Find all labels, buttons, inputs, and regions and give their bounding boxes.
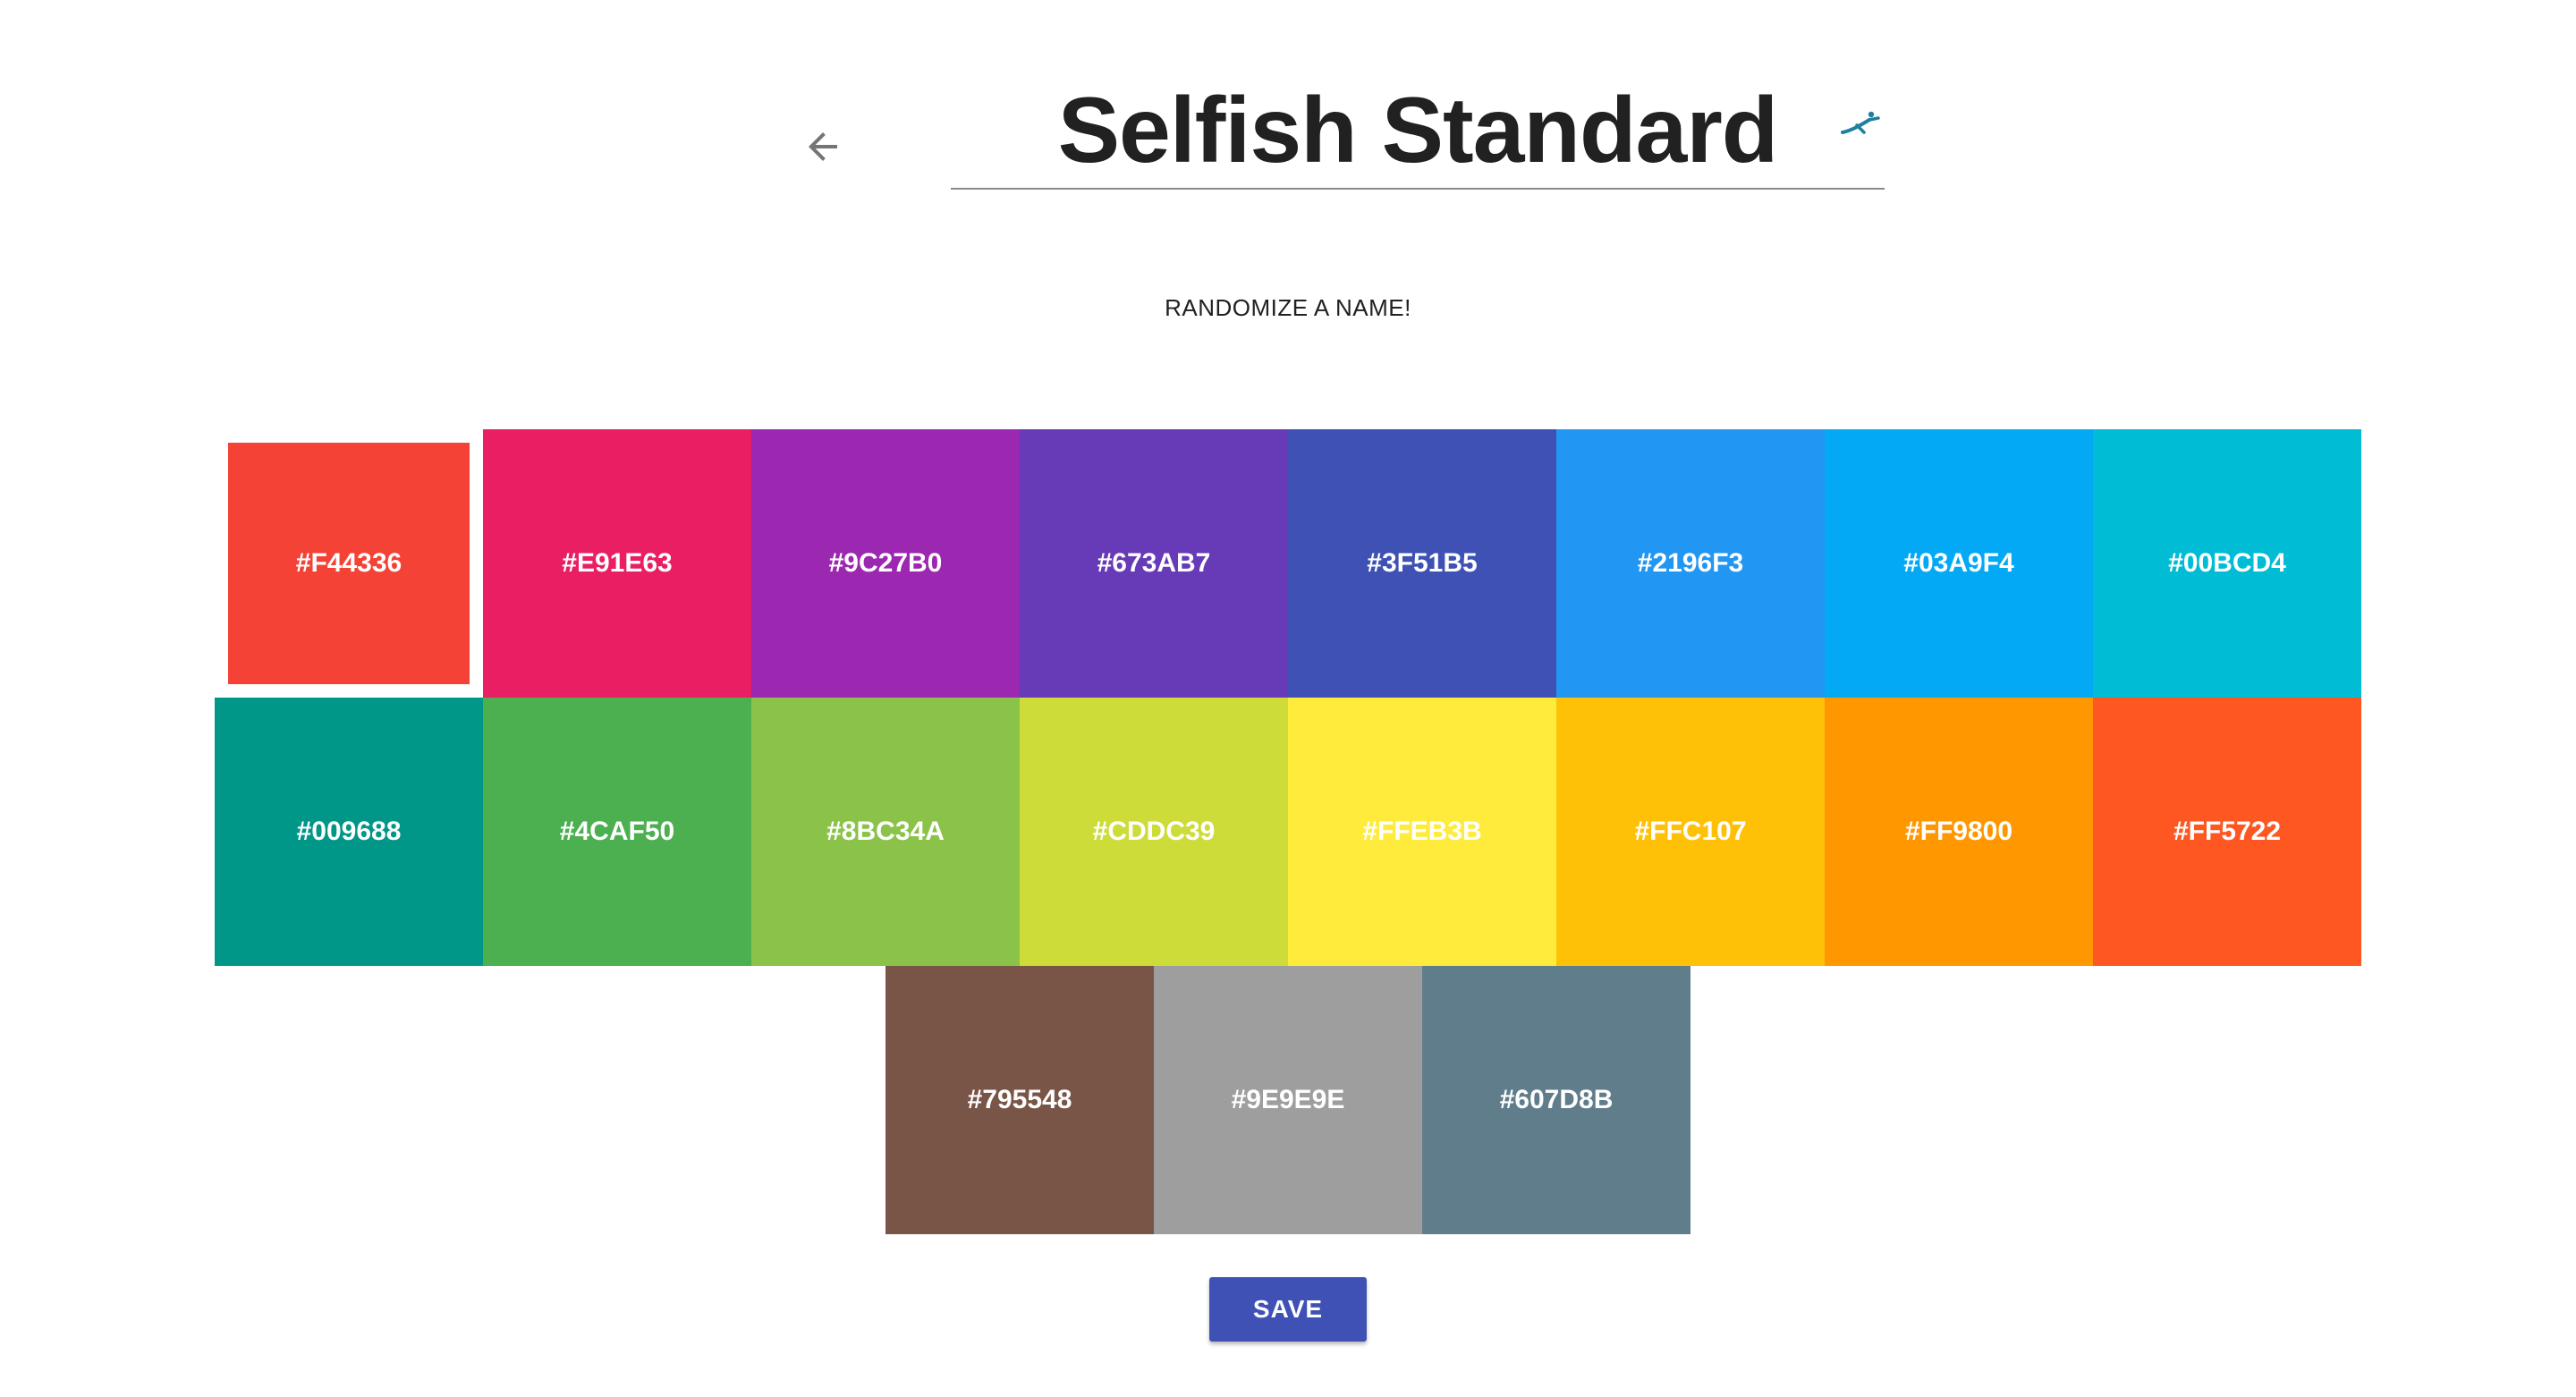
color-swatch-grid: #F44336 #E91E63 #9C27B0 #673AB7 #3F51B5 #2196… (215, 429, 2361, 1234)
swatch-hex-label: #FF9800 (1904, 817, 2013, 846)
color-swatch[interactable]: #03A9F4 (1825, 429, 2093, 698)
color-swatch[interactable]: #607D8B (1422, 966, 1690, 1234)
color-swatch[interactable]: #2196F3 (1556, 429, 1825, 698)
color-swatch[interactable]: #FF5722 (2093, 698, 2361, 966)
save-button[interactable]: SAVE (1209, 1277, 1367, 1342)
swatch-hex-label: #607D8B (1499, 1085, 1614, 1114)
color-swatch[interactable]: #F44336 (215, 429, 483, 698)
swatch-hex-label: #2196F3 (1637, 548, 1744, 578)
color-swatch[interactable]: #673AB7 (1020, 429, 1288, 698)
color-swatch[interactable]: #009688 (215, 698, 483, 966)
color-swatch[interactable]: #FF9800 (1825, 698, 2093, 966)
swatch-hex-label: #CDDC39 (1092, 817, 1216, 846)
palette-editor-page: Selfish Standard RANDOMIZE A NAME! #F443… (0, 0, 2576, 1397)
color-swatch[interactable]: #FFEB3B (1288, 698, 1556, 966)
swatch-hex-label: #3F51B5 (1367, 548, 1478, 578)
swatch-hex-label: #9C27B0 (828, 548, 943, 578)
color-swatch[interactable]: #9C27B0 (751, 429, 1020, 698)
swatch-hex-label: #00BCD4 (2168, 548, 2286, 578)
color-swatch[interactable]: #4CAF50 (483, 698, 751, 966)
arrow-left-icon (809, 132, 837, 161)
color-swatch[interactable]: #795548 (886, 966, 1154, 1234)
color-swatch[interactable]: #9E9E9E (1154, 966, 1422, 1234)
swatch-hex-label: #8BC34A (826, 817, 945, 846)
color-swatch[interactable]: #3F51B5 (1288, 429, 1556, 698)
swatch-hex-label: #FFC107 (1634, 817, 1747, 846)
color-swatch[interactable]: #CDDC39 (1020, 698, 1288, 966)
swatch-hex-label: #673AB7 (1097, 548, 1211, 578)
color-swatch[interactable]: #FFC107 (1556, 698, 1825, 966)
swatch-hex-label: #FFEB3B (1362, 817, 1482, 846)
palette-name-field[interactable]: Selfish Standard (951, 64, 1885, 190)
randomize-name-button[interactable]: RANDOMIZE A NAME! (1109, 284, 1467, 331)
swatch-hex-label: #009688 (296, 817, 402, 846)
swatch-hex-label: #FF5722 (2173, 817, 2282, 846)
palette-name-value[interactable]: Selfish Standard (951, 77, 1885, 184)
swatch-hex-label: #4CAF50 (559, 817, 675, 846)
back-button[interactable] (801, 125, 844, 168)
swatch-hex-label: #9E9E9E (1231, 1085, 1345, 1114)
swatch-hex-label: #795548 (967, 1085, 1072, 1114)
swatch-hex-label: #E91E63 (562, 548, 673, 578)
swatch-hex-label: #03A9F4 (1903, 548, 2014, 578)
color-swatch[interactable]: #E91E63 (483, 429, 751, 698)
color-swatch[interactable]: #8BC34A (751, 698, 1020, 966)
color-swatch[interactable]: #00BCD4 (2093, 429, 2361, 698)
swatch-hex-label: #F44336 (295, 548, 402, 578)
swimmer-icon[interactable] (1837, 106, 1882, 141)
